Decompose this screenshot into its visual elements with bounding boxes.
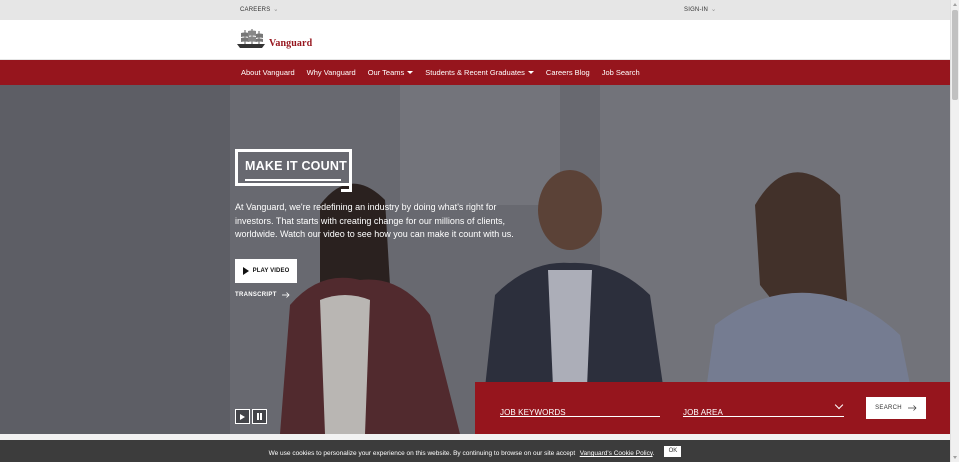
arrow-right-icon	[907, 405, 917, 411]
make-it-count-badge: MAKE IT COUNT	[235, 149, 352, 192]
job-search-panel: JOB KEYWORDS JOB AREA SEARCH	[475, 382, 950, 434]
caret-down-icon	[527, 71, 534, 74]
nav-item-our-teams[interactable]: Our Teams	[368, 68, 414, 77]
job-area-select[interactable]: JOB AREA	[683, 400, 844, 417]
nav-item-students-graduates[interactable]: Students & Recent Graduates	[425, 68, 534, 77]
careers-menu[interactable]: CAREERS ⌄	[240, 6, 279, 13]
chevron-down-icon	[834, 400, 844, 410]
pause-icon	[256, 413, 263, 420]
scroll-up-icon[interactable]	[953, 3, 957, 6]
cookie-policy-link[interactable]: Vanguard's Cookie Policy	[580, 450, 653, 457]
transcript-link[interactable]: TRANSCRIPT	[235, 292, 290, 298]
play-video-button[interactable]: PLAY VIDEO	[235, 259, 297, 283]
job-area-placeholder: JOB AREA	[683, 408, 723, 417]
nav-item-about-vanguard[interactable]: About Vanguard	[241, 68, 295, 77]
nav-item-label: Students & Recent Graduates	[425, 68, 525, 77]
nav-item-label: Why Vanguard	[306, 68, 356, 77]
signin-menu[interactable]: SIGN-IN ⌄	[684, 6, 716, 13]
utility-bar: CAREERS ⌄ SIGN-IN ⌄	[0, 0, 950, 20]
nav-item-careers-blog[interactable]: Careers Blog	[546, 68, 590, 77]
transcript-label: TRANSCRIPT	[235, 292, 277, 298]
cookie-text: We use cookies to personalize your exper…	[268, 450, 576, 457]
careers-label: CAREERS	[240, 6, 271, 13]
cookie-ok-button[interactable]: OK	[664, 445, 682, 457]
media-play-button[interactable]	[235, 409, 250, 424]
scroll-down-icon[interactable]	[953, 456, 957, 459]
hero-headline: MAKE IT COUNT	[245, 159, 347, 173]
chevron-down-icon: ⌄	[273, 8, 279, 12]
page-scrollbar[interactable]	[950, 0, 959, 462]
scroll-thumb[interactable]	[952, 10, 958, 100]
logo-text: Vanguard	[269, 38, 313, 49]
search-label: SEARCH	[875, 405, 902, 411]
chevron-down-icon: ⌄	[711, 8, 717, 12]
search-button[interactable]: SEARCH	[866, 397, 926, 419]
job-keywords-input[interactable]: JOB KEYWORDS	[500, 402, 660, 417]
play-icon	[240, 413, 245, 420]
play-icon	[242, 267, 249, 275]
media-pause-button[interactable]	[252, 409, 267, 424]
headline-underline	[245, 179, 341, 181]
nav-item-why-vanguard[interactable]: Why Vanguard	[307, 68, 356, 77]
hero-body-text: At Vanguard, we're redefining an industr…	[235, 202, 514, 239]
main-nav: About Vanguard Why Vanguard Our Teams St…	[0, 60, 950, 85]
job-keywords-placeholder: JOB KEYWORDS	[500, 408, 566, 417]
nav-item-job-search[interactable]: Job Search	[602, 68, 640, 77]
nav-item-label: Job Search	[601, 68, 640, 77]
caret-down-icon	[407, 71, 414, 74]
nav-item-label: About Vanguard	[241, 68, 295, 77]
arrow-right-icon	[281, 292, 290, 298]
signin-label: SIGN-IN	[684, 6, 709, 13]
ship-logo-icon	[237, 29, 265, 48]
vanguard-logo[interactable]: Vanguard	[236, 28, 312, 50]
cookie-period: .	[652, 450, 655, 457]
nav-item-label: Our Teams	[367, 68, 405, 77]
media-controls	[235, 409, 267, 424]
nav-item-label: Careers Blog	[545, 68, 590, 77]
cookie-banner: We use cookies to personalize your exper…	[0, 440, 950, 462]
logo-bar: Vanguard	[0, 20, 950, 60]
play-video-label: PLAY VIDEO	[252, 268, 290, 274]
